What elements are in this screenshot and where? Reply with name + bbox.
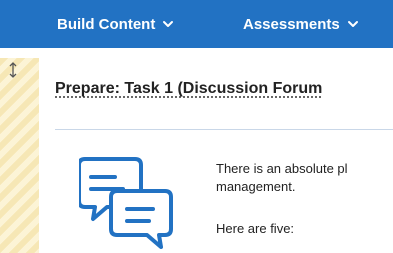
build-content-label: Build Content <box>57 15 156 33</box>
description-text: There is an absolute pl <box>216 161 348 176</box>
build-content-menu-button[interactable]: Build Content <box>57 0 174 48</box>
chevron-down-icon <box>347 21 358 27</box>
divider <box>55 129 393 130</box>
discussion-forum-icon <box>79 157 173 249</box>
description-text: Here are five: <box>216 221 295 236</box>
vertical-drag-arrow-icon[interactable] <box>0 58 26 82</box>
content-item-title-link[interactable]: Prepare: Task 1 (Discussion Forum <box>55 80 322 98</box>
course-content-page: Build Content Assessments Prepare: Task … <box>0 0 393 253</box>
assessments-menu-button[interactable]: Assessments <box>243 0 359 48</box>
content-item: Prepare: Task 1 (Discussion Forum There … <box>39 58 393 253</box>
reorder-strip <box>0 58 39 253</box>
chevron-down-icon <box>163 21 174 27</box>
description-text: management. <box>216 179 296 194</box>
assessments-label: Assessments <box>243 15 340 33</box>
action-bar: Build Content Assessments <box>0 0 393 48</box>
